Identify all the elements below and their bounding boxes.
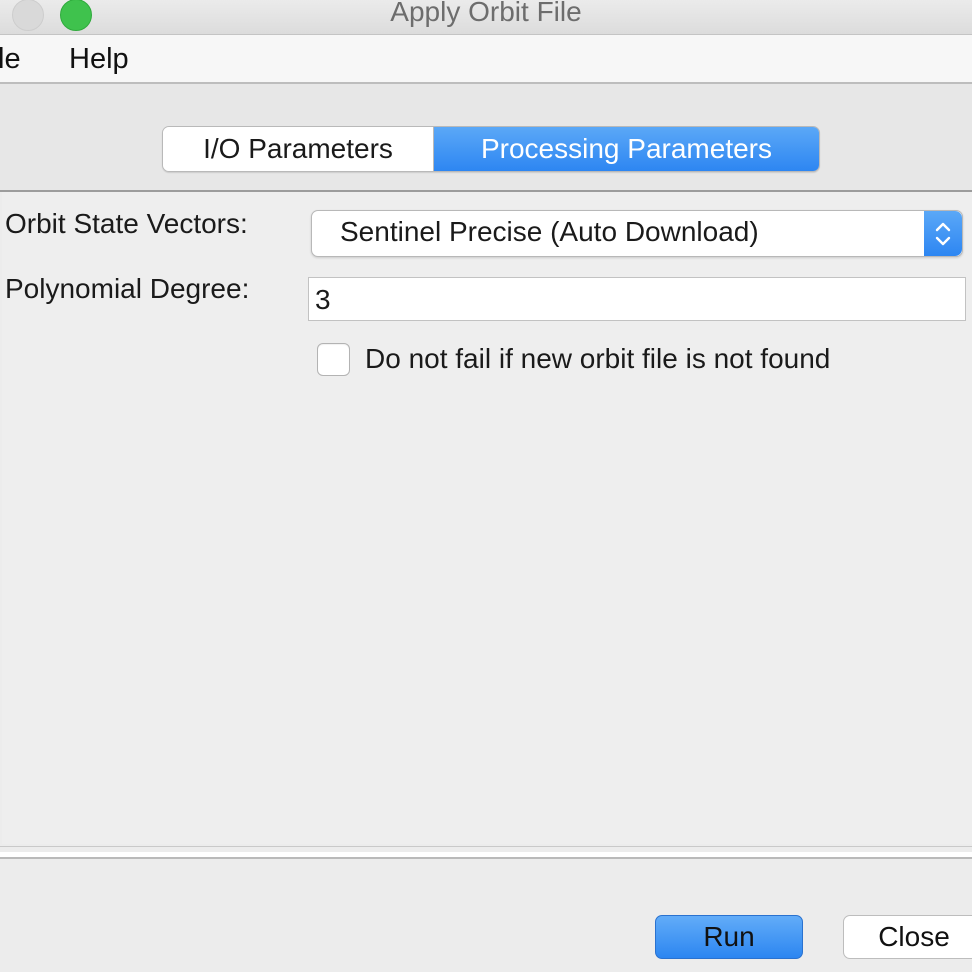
window-title: Apply Orbit File: [390, 0, 582, 27]
divider: [0, 846, 972, 847]
polynomial-degree-value: 3: [315, 284, 331, 315]
button-bar: [0, 859, 972, 972]
select-stepper[interactable]: [924, 211, 962, 256]
title-bar: Apply Orbit File: [0, 0, 972, 35]
close-button[interactable]: Close: [843, 915, 972, 959]
orbit-state-vectors-select[interactable]: Sentinel Precise (Auto Download): [311, 210, 963, 257]
polynomial-degree-label: Polynomial Degree:: [5, 273, 250, 304]
polynomial-degree-field[interactable]: 3: [308, 277, 966, 321]
menu-bar: le Help: [0, 35, 972, 84]
chevron-up-down-icon: [935, 222, 951, 246]
do-not-fail-label[interactable]: Do not fail if new orbit file is not fou…: [365, 343, 830, 375]
orbit-state-vectors-label: Orbit State Vectors:: [5, 208, 248, 239]
menu-help[interactable]: Help: [69, 43, 129, 76]
tab-io-parameters[interactable]: I/O Parameters: [163, 127, 434, 171]
tab-processing-parameters[interactable]: Processing Parameters: [434, 127, 819, 171]
run-button[interactable]: Run: [655, 915, 803, 959]
tab-bar: I/O Parameters Processing Parameters: [162, 126, 820, 172]
menu-file[interactable]: le: [0, 43, 21, 76]
orbit-state-vectors-value: Sentinel Precise (Auto Download): [340, 216, 759, 247]
do-not-fail-checkbox[interactable]: [317, 343, 350, 376]
